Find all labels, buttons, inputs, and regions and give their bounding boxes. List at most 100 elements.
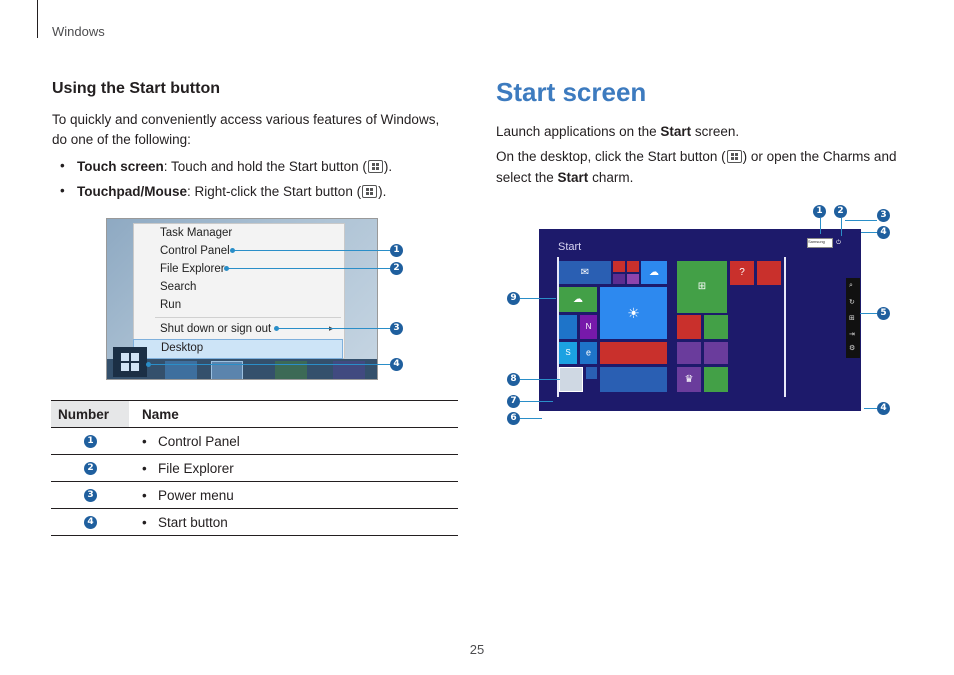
start-callout-2: 2 xyxy=(834,205,847,218)
header-rule xyxy=(37,0,38,38)
p2-bold: Start xyxy=(557,170,589,185)
start-callout-1: 1 xyxy=(813,205,826,218)
tile-desktop[interactable] xyxy=(559,367,583,392)
bullet-dot: • xyxy=(142,514,147,530)
callout-line xyxy=(520,379,560,380)
tile-onenote[interactable]: N xyxy=(580,315,597,339)
bullet-text-end: ). xyxy=(378,184,387,199)
page-title: Start screen xyxy=(496,77,647,107)
tile-camera[interactable] xyxy=(627,274,639,284)
menu-item-task-manager[interactable]: Task Manager xyxy=(160,227,232,239)
p1-text-end: screen. xyxy=(691,124,740,139)
callout-line xyxy=(860,313,877,314)
tile-help[interactable]: ? xyxy=(730,261,754,285)
tile-maps[interactable] xyxy=(677,342,701,364)
callout-3: 3 xyxy=(390,322,403,335)
power-icon[interactable]: ⏻ xyxy=(836,238,841,248)
tile-mail[interactable]: ✉ xyxy=(559,261,611,284)
callout-4: 4 xyxy=(390,358,403,371)
table-header-number: Number xyxy=(51,400,129,428)
start-callout-8: 8 xyxy=(507,373,520,386)
menu-item-desktop[interactable]: Desktop xyxy=(133,339,343,359)
tile-people[interactable] xyxy=(757,261,781,285)
callout-line xyxy=(520,298,556,299)
row-number-badge: 3 xyxy=(84,489,97,502)
tile-weather[interactable]: ☁ xyxy=(559,287,597,312)
account-badge[interactable]: Samsung xyxy=(807,238,833,248)
tile-calendar[interactable] xyxy=(600,367,667,392)
account-name: Samsung xyxy=(808,239,825,244)
bullet-dot: • xyxy=(142,487,147,503)
row-number-badge: 2 xyxy=(84,462,97,475)
windows-start-icon xyxy=(726,150,742,163)
tile-news[interactable] xyxy=(600,342,667,364)
tile-small[interactable] xyxy=(586,367,597,379)
left-heading: Using the Start button xyxy=(52,80,220,97)
left-intro: To quickly and conveniently access vario… xyxy=(52,112,440,147)
tile-reading[interactable] xyxy=(704,342,728,364)
callout-line xyxy=(861,232,877,233)
start-callout-7: 7 xyxy=(507,395,520,408)
table-row: 3 • Power menu xyxy=(51,481,458,509)
menu-item-shut-down[interactable]: Shut down or sign out xyxy=(160,323,271,335)
tile-skype[interactable]: S xyxy=(559,342,577,364)
mail-icon: ✉ xyxy=(580,266,590,278)
tile-store[interactable]: ⊞ xyxy=(677,261,727,313)
number-name-table: Number Name 1 • Control Panel 2 • File Exp… xyxy=(51,400,458,536)
start-screen-screenshot: Start Samsung ⏻ ✉ ☁ ☁ ☀ N S e ⊞ ? ♛ ⌕ ↻ … xyxy=(539,229,861,411)
start-callout-9: 9 xyxy=(507,292,520,305)
callout-line xyxy=(148,364,390,365)
tile-photos[interactable] xyxy=(559,315,577,339)
right-paragraph-2: On the desktop, click the Start button (… xyxy=(496,146,916,188)
tile-video[interactable] xyxy=(613,261,625,272)
search-charm-icon[interactable]: ⌕ xyxy=(849,282,853,290)
tile-food[interactable] xyxy=(704,315,728,339)
row-name: Control Panel xyxy=(158,433,240,449)
bullet-term: Touchpad/Mouse xyxy=(77,184,187,199)
tile-health[interactable] xyxy=(677,315,701,339)
callout-line xyxy=(864,408,877,409)
bullet-text-end: ). xyxy=(383,159,393,174)
bullet-dot: • xyxy=(60,183,65,198)
tile-games[interactable] xyxy=(613,274,625,284)
tile-ie[interactable]: e xyxy=(580,342,597,364)
page-number: 25 xyxy=(469,642,485,657)
callout-line xyxy=(520,418,542,419)
bracket-line xyxy=(784,257,786,397)
skype-icon: S xyxy=(565,348,571,357)
tile-sports[interactable]: ♛ xyxy=(677,367,701,392)
bullet-dot: • xyxy=(60,158,65,173)
share-charm-icon[interactable]: ↻ xyxy=(849,298,855,306)
tile-onedrive[interactable]: ☁ xyxy=(641,261,667,284)
tile-sun[interactable]: ☀ xyxy=(600,287,667,339)
row-name: Power menu xyxy=(158,487,234,503)
tile-music[interactable] xyxy=(627,261,639,272)
menu-item-search[interactable]: Search xyxy=(160,281,196,293)
row-name: File Explorer xyxy=(158,460,234,476)
trophy-icon: ♛ xyxy=(684,373,694,385)
devices-charm-icon[interactable]: ⇥ xyxy=(849,330,855,338)
row-name: Start button xyxy=(158,514,228,530)
settings-charm-icon[interactable]: ⚙ xyxy=(849,344,855,352)
sun-icon: ☀ xyxy=(627,305,640,321)
context-menu-screenshot: Task Manager Control Panel File Explorer… xyxy=(106,218,378,380)
menu-item-desktop-label: Desktop xyxy=(161,342,204,354)
right-paragraph-1: Launch applications on the Start screen. xyxy=(496,121,916,142)
bullet-dot: • xyxy=(142,460,147,476)
menu-item-file-explorer[interactable]: File Explorer xyxy=(160,263,225,275)
callout-line xyxy=(520,401,553,402)
table-row: 1 • Control Panel xyxy=(51,427,458,455)
callout-line xyxy=(845,220,877,221)
start-button[interactable] xyxy=(113,347,147,377)
callout-line xyxy=(226,268,390,269)
menu-item-run[interactable]: Run xyxy=(160,299,181,311)
p2-text: On the desktop, click the Start button ( xyxy=(496,149,726,164)
windows-start-icon xyxy=(362,185,378,198)
row-number-badge: 4 xyxy=(84,516,97,529)
bullet-text: : Touch and hold the Start button ( xyxy=(163,159,367,174)
menu-item-control-panel[interactable]: Control Panel xyxy=(160,245,230,257)
row-number-badge: 1 xyxy=(84,435,97,448)
tile-finance[interactable] xyxy=(704,367,728,392)
start-charm-icon[interactable]: ⊞ xyxy=(849,314,855,322)
store-icon: ⊞ xyxy=(697,281,707,292)
